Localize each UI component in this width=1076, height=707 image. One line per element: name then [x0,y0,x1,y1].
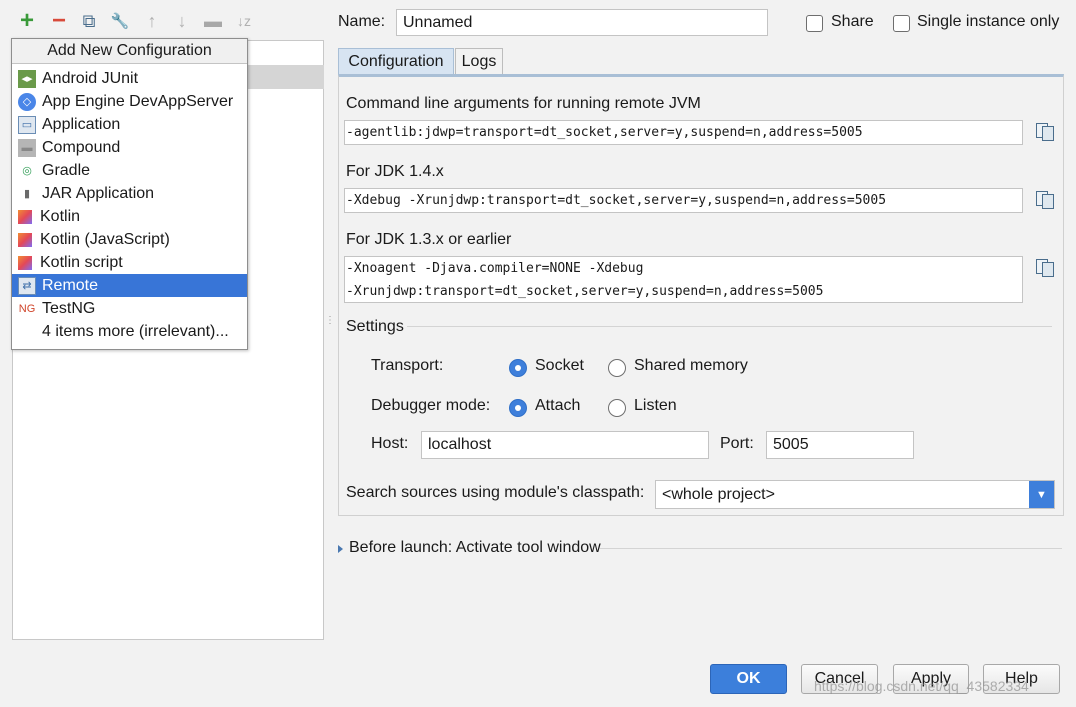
cmd-args-field[interactable]: -agentlib:jdwp=transport=dt_socket,serve… [344,120,1023,145]
kotlin-icon [18,255,32,270]
socket-label[interactable]: Socket [535,357,584,375]
copy-cmd-icon[interactable] [1034,121,1055,142]
watermark: https://blog.csdn.net/qq_43582334 [814,678,1029,694]
application-icon: ▭ [18,115,36,134]
name-input[interactable]: Unnamed [396,9,768,36]
popup-item-testng[interactable]: NG TestNG [12,297,247,320]
app-engine-icon: ◇ [18,92,36,111]
socket-radio[interactable] [509,359,527,377]
tab-configuration[interactable]: Configuration [338,48,454,74]
popup-item-compound[interactable]: ▬ Compound [12,136,247,159]
popup-item-label: App Engine DevAppServer [42,92,234,110]
port-input[interactable]: 5005 [766,431,914,459]
attach-radio[interactable] [509,399,527,417]
testng-icon: NG [18,299,36,318]
before-launch-separator [600,548,1062,549]
kotlin-icon [18,232,32,247]
popup-item-kotlin-script[interactable]: Kotlin script [12,251,247,274]
module-classpath-value: <whole project> [662,485,775,503]
search-sources-label: Search sources using module's classpath: [346,484,645,501]
add-icon[interactable]: + [16,7,38,34]
shared-memory-radio[interactable] [608,359,626,377]
popup-item-jar-application[interactable]: ▮ JAR Application [12,182,247,205]
popup-item-label: TestNG [42,299,96,317]
host-label: Host: [371,435,409,452]
share-checkbox[interactable] [806,15,823,32]
popup-item-label: Kotlin (JavaScript) [40,230,170,248]
sort-icon[interactable]: ↓z [233,10,255,32]
popup-item-label: JAR Application [42,184,155,202]
jdk13-field[interactable]: -Xnoagent -Djava.compiler=NONE -Xdebug -… [344,256,1023,303]
popup-item-android-junit[interactable]: ◂▸ Android JUnit [12,67,247,90]
copy-configuration-icon[interactable]: ⧉ [78,10,100,32]
copy-jdk13-icon[interactable] [1034,257,1055,278]
shared-memory-label[interactable]: Shared memory [634,357,748,375]
popup-item-label: 4 items more (irrelevant)... [42,322,229,340]
copy-jdk14-icon[interactable] [1034,189,1055,210]
popup-item-app-engine-devappserver[interactable]: ◇ App Engine DevAppServer [12,90,247,113]
popup-item-label: Gradle [42,161,91,179]
popup-item-label: Kotlin [40,207,81,225]
single-instance-checkbox[interactable] [893,15,910,32]
jdk13-line-2: -Xrunjdwp:transport=dt_socket,server=y,s… [346,284,824,299]
remote-icon: ⇄ [18,276,36,295]
jdk13-label: For JDK 1.3.x or earlier [346,231,512,248]
popup-item-label: Application [42,115,121,133]
edit-defaults-icon[interactable]: 🔧 [109,10,131,32]
transport-label: Transport: [371,357,444,374]
kotlin-icon [18,209,32,224]
move-down-icon[interactable]: ↓ [171,10,193,32]
share-label[interactable]: Share [831,13,874,31]
popup-item-remote[interactable]: ⇄ Remote [12,274,247,297]
move-up-icon[interactable]: ↑ [141,10,163,32]
host-input[interactable]: localhost [421,431,709,459]
android-junit-icon: ◂▸ [18,69,36,88]
settings-separator [407,326,1052,327]
expand-triangle-icon[interactable] [338,545,343,553]
before-launch-label[interactable]: Before launch: Activate tool window [349,539,601,557]
name-label: Name: [338,13,386,30]
jar-icon: ▮ [18,184,36,203]
debugger-mode-label: Debugger mode: [371,397,491,414]
cmd-args-label: Command line arguments for running remot… [346,95,701,112]
settings-label: Settings [346,318,404,335]
listen-label[interactable]: Listen [634,397,677,415]
folder-icon[interactable]: ▬ [202,10,224,32]
popup-item-kotlin-javascript[interactable]: Kotlin (JavaScript) [12,228,247,251]
compound-icon: ▬ [18,138,36,157]
blank-icon [18,323,36,341]
popup-item-application[interactable]: ▭ Application [12,113,247,136]
popup-title: Add New Configuration [12,39,247,64]
remove-icon[interactable]: − [48,7,70,34]
popup-item-label: Android JUnit [42,69,139,87]
module-classpath-select[interactable]: <whole project> ▼ [655,480,1055,509]
jdk14-field[interactable]: -Xdebug -Xrunjdwp:transport=dt_socket,se… [344,188,1023,213]
popup-item-4-items-more-irrelevant[interactable]: 4 items more (irrelevant)... [12,320,247,343]
popup-item-label: Compound [42,138,121,156]
splitter-handle[interactable]: ⋮ [325,315,335,329]
ok-button[interactable]: OK [710,664,787,694]
attach-label[interactable]: Attach [535,397,580,415]
jdk14-label: For JDK 1.4.x [346,163,444,180]
dropdown-arrow-icon[interactable]: ▼ [1029,481,1054,508]
popup-item-gradle[interactable]: ◎ Gradle [12,159,247,182]
add-new-configuration-popup: Add New Configuration ◂▸ Android JUnit ◇ Ap… [11,38,248,350]
gradle-icon: ◎ [18,161,36,180]
single-instance-label[interactable]: Single instance only [917,13,1059,31]
tab-logs[interactable]: Logs [455,48,503,74]
port-label: Port: [720,435,754,452]
popup-item-label: Kotlin script [40,253,123,271]
jdk13-line-1: -Xnoagent -Djava.compiler=NONE -Xdebug [346,261,644,276]
popup-item-kotlin[interactable]: Kotlin [12,205,247,228]
listen-radio[interactable] [608,399,626,417]
popup-item-label: Remote [42,276,99,294]
